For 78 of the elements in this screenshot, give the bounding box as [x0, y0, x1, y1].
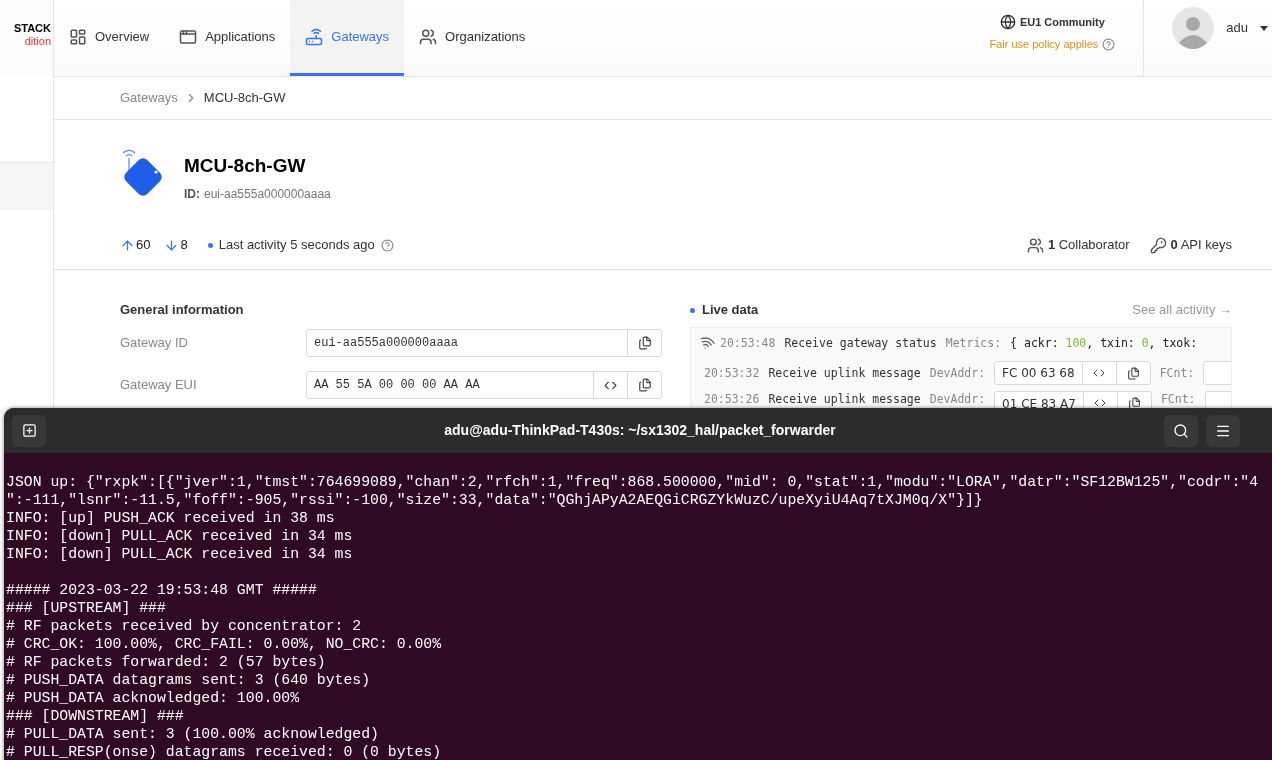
terminal-line: ### [DOWNSTREAM] ### — [6, 707, 185, 725]
event-name: Receive uplink message — [768, 393, 921, 406]
new-tab-button[interactable] — [12, 414, 46, 447]
nav-tab[interactable]: Gateways — [290, 0, 405, 76]
collaborators-count[interactable]: 1 Collaborator — [1047, 235, 1130, 255]
section-title: General information — [120, 301, 245, 319]
metrics-value: { ackr: 100, txin: 0, txok: — [1010, 335, 1198, 352]
user-name[interactable]: adu — [1226, 18, 1248, 38]
copy-icon — [637, 336, 652, 350]
event-name: Receive uplink message — [768, 365, 921, 382]
last-activity: Last activity 5 seconds ago — [218, 236, 375, 255]
event-key: FCnt: — [1160, 393, 1196, 406]
code-icon — [1094, 397, 1107, 408]
field-label: Gateway ID — [120, 334, 189, 353]
key-icon — [1149, 236, 1167, 254]
gateway-name: MCU-8ch-GW — [184, 154, 307, 178]
search-icon — [1173, 422, 1189, 439]
event-time: 20:53:48 — [720, 335, 776, 352]
value-field[interactable]: AA 55 5A 00 00 00 AA AA — [306, 371, 662, 399]
terminal-line: INFO: [down] PULL_ACK received in 34 ms — [6, 527, 354, 545]
users-icon — [419, 27, 438, 46]
copy-icon — [1127, 396, 1141, 408]
dashboard-icon — [69, 27, 87, 46]
help-icon — [380, 238, 394, 252]
breadcrumb-current: MCU-8ch-GW — [203, 89, 286, 108]
nav-tab[interactable]: Overview — [54, 0, 165, 76]
devaddr-field[interactable]: 01 CE 83 A7 — [994, 391, 1152, 408]
event-key: DevAddr: — [929, 393, 986, 406]
nav-tab[interactable]: Organizations — [404, 0, 541, 76]
users-icon — [1026, 236, 1044, 254]
terminal-line: JSON up: {"rxpk":[{"jver":1,"tmst":764699089,"chan":2,"rfch":1,"freq":868.500000,"mid": 0,"stat":1,"modu":"LORA","datr":"SF12BW125","codr":"4 — [6, 473, 1260, 491]
terminal-line: # CRC_OK: 100.00%, CRC_FAIL: 0.00%, NO_CRC: 0.00% — [6, 635, 443, 653]
event-name: Receive gateway status — [784, 335, 937, 352]
api-keys-count[interactable]: 0 API keys — [1170, 235, 1232, 255]
downlink-count: 8 — [180, 236, 188, 255]
id-label: ID: — [184, 185, 200, 203]
event-time: 20:53:32 — [704, 365, 760, 382]
uplink-count: 60 — [136, 236, 151, 255]
event-key: DevAddr: — [929, 361, 986, 385]
router-icon — [305, 27, 324, 46]
avatar — [1172, 7, 1215, 49]
window-icon — [179, 27, 198, 46]
devaddr-field[interactable]: FC 00 63 68 — [994, 361, 1151, 385]
copy-icon — [1126, 366, 1140, 380]
terminal-line: ##### 2023-03-22 19:53:48 GMT ##### — [6, 581, 318, 599]
event-key: FCnt: — [1159, 361, 1195, 385]
help-icon — [1102, 37, 1116, 51]
terminal-line: INFO: [down] PULL_ACK received in 34 ms — [6, 545, 354, 563]
search-button[interactable] — [1164, 414, 1198, 447]
terminal-line: # PULL_DATA sent: 3 (100.00% acknowledged) — [6, 725, 380, 743]
terminal-line: INFO: [up] PUSH_ACK received in 38 ms — [6, 509, 336, 527]
terminal-line: # PUSH_DATA datagrams sent: 3 (640 bytes) — [6, 671, 372, 689]
event-time: 20:53:26 — [704, 393, 760, 406]
cluster-name: EU1 Community — [1019, 14, 1105, 30]
code-icon — [1093, 367, 1106, 379]
breadcrumb-link[interactable]: Gateways — [120, 88, 178, 108]
arrow-down-icon — [164, 237, 180, 253]
window-title: adu@adu-ThinkPad-T430s: ~/sx1302_hal/packet_forwarder — [443, 421, 837, 440]
field-label: Gateway EUI — [120, 376, 198, 395]
terminal-line: # RF packets received by concentrator: 2 — [6, 617, 363, 635]
nav-tab[interactable]: Applications — [164, 0, 291, 76]
event-key: Metrics: — [945, 331, 1002, 355]
brand-name: STACK — [13, 21, 51, 35]
copy-icon — [637, 378, 652, 392]
menu-button[interactable] — [1206, 414, 1240, 447]
gateway-id: eui-aa555a000000aaaa — [204, 185, 331, 203]
value-field[interactable]: eui-aa555a000000aaaa — [306, 329, 662, 357]
terminal-line: # PUSH_DATA acknowledged: 100.00% — [6, 689, 301, 707]
terminal-line: ":-111,"lsnr":-11.5,"foff":-905,"rssi":-100,"size":33,"data":"QGhjAPyA2AEQGiCRGZYkWuzC/upeXyiU4Aq7tXJM0q/X"}]} — [6, 491, 984, 509]
brand-edition: dition — [24, 34, 51, 48]
terminal-line: ### [UPSTREAM] ### — [6, 599, 167, 617]
section-title: Live data — [702, 301, 759, 320]
terminal-line: # RF packets forwarded: 2 (57 bytes) — [6, 653, 327, 671]
globe-icon — [999, 13, 1016, 30]
caret-icon — [1260, 25, 1268, 31]
new-tab-icon — [21, 423, 37, 438]
fcnt-field[interactable] — [1203, 361, 1231, 385]
terminal-line: # PULL_RESP(onse) datagrams received: 0 (0 bytes) — [6, 743, 443, 760]
